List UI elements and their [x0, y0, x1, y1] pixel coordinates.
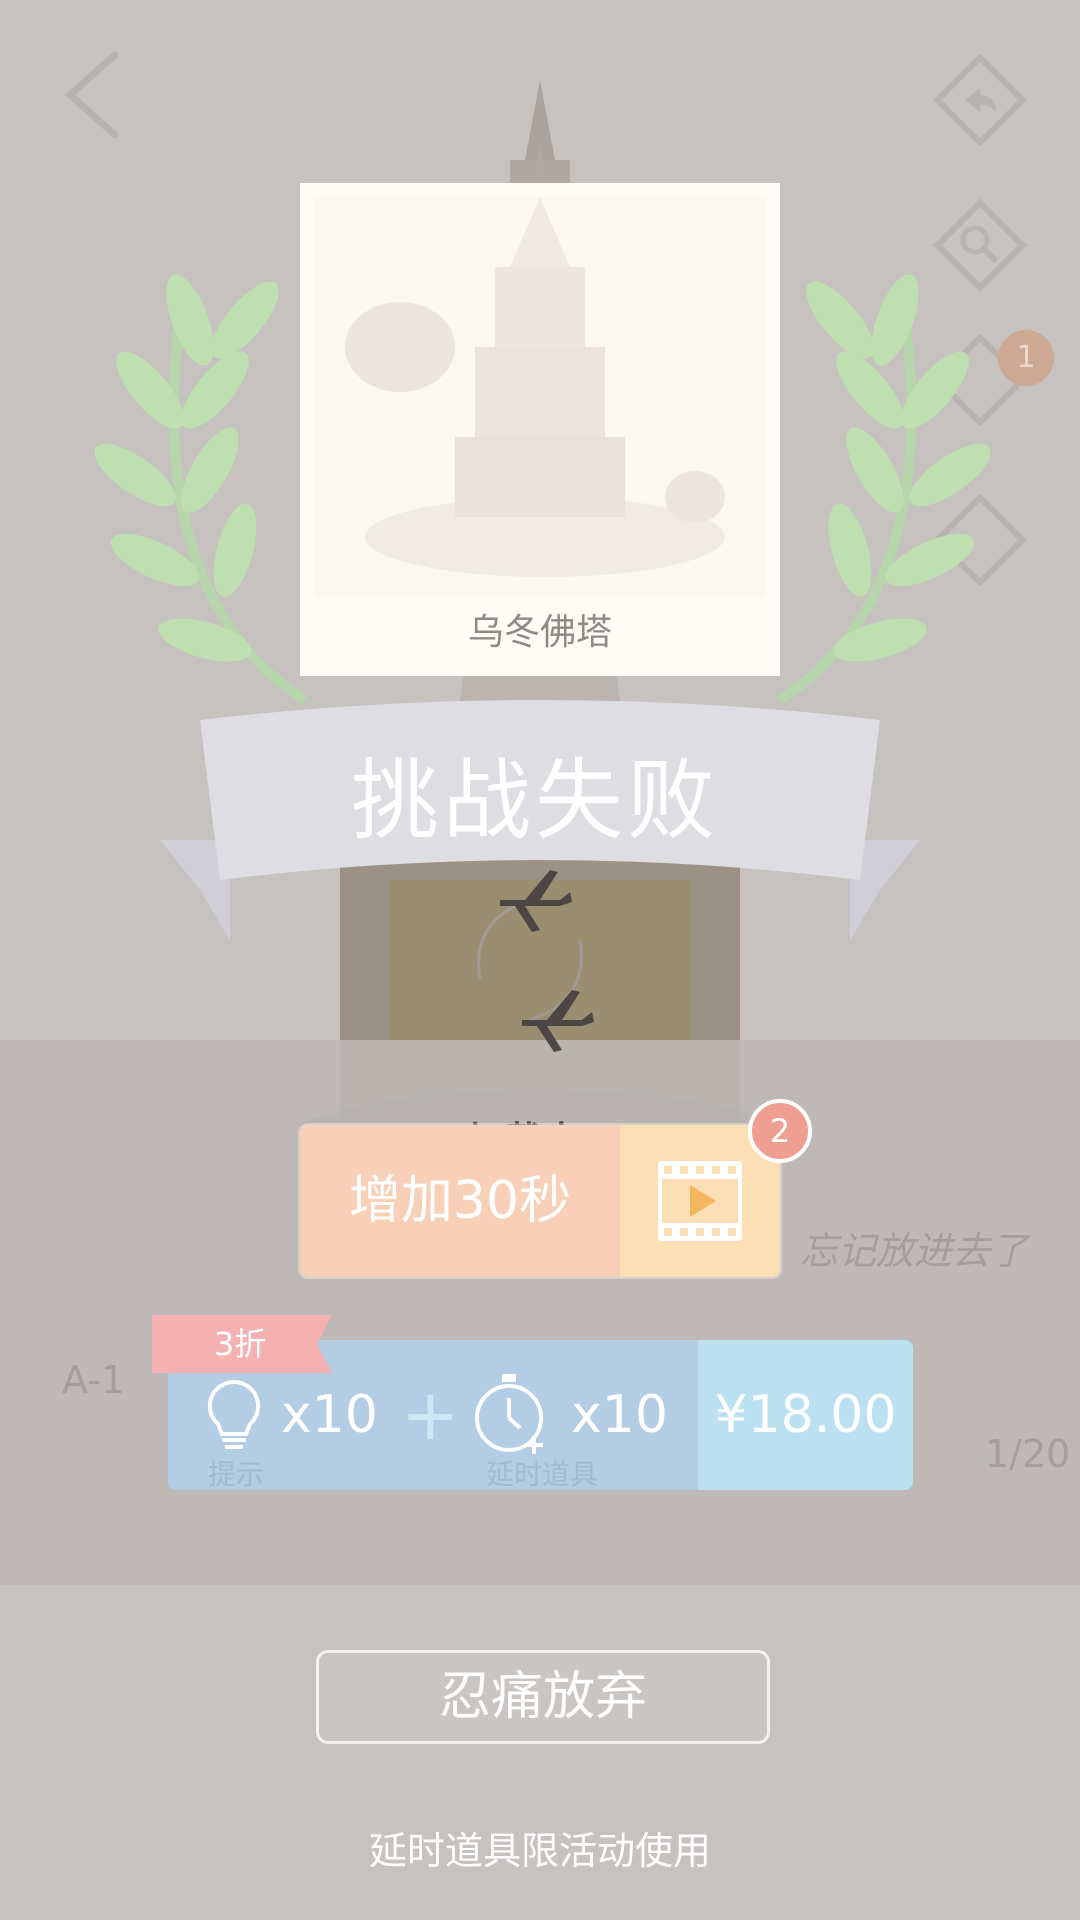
video-play-icon	[658, 1161, 742, 1241]
background-level-code: A-1	[62, 1358, 126, 1402]
loading-airplane-icon	[477, 870, 594, 1052]
background-hint-text: 忘记放进去了	[800, 1229, 1029, 1273]
laurel-left-icon	[95, 274, 308, 705]
monument-photo	[315, 197, 765, 597]
give-up-button[interactable]: 忍痛放弃	[316, 1650, 770, 1744]
add-time-label: 增加30秒	[348, 1171, 572, 1231]
lightbulb-icon	[207, 1379, 261, 1449]
video-count-badge: 2	[748, 1099, 812, 1163]
hint-label: 提示	[208, 1458, 265, 1490]
back-arrow-icon[interactable]	[60, 50, 130, 140]
background-progress: 1/20	[985, 1432, 1071, 1476]
pagoda-illustration	[345, 197, 725, 577]
challenge-failed-title: 挑战失败	[350, 749, 719, 852]
timer-label: 延时道具	[486, 1458, 599, 1490]
stopwatch-add-icon	[475, 1374, 543, 1454]
footer-note: 延时道具限活动使用	[368, 1829, 711, 1873]
monument-name: 乌冬佛塔	[467, 612, 612, 653]
laurel-right-icon	[777, 274, 990, 705]
bundle-price: ¥18.00	[714, 1385, 897, 1445]
discount-label: 3折	[213, 1325, 267, 1363]
monument-photo-card: 乌冬佛塔	[300, 183, 780, 676]
undo-icon[interactable]	[930, 50, 1030, 150]
add-30-seconds-button[interactable]: 增加30秒	[300, 1125, 780, 1277]
price-area: ¥18.00	[698, 1340, 913, 1490]
hint-count-badge: 1	[998, 330, 1054, 386]
plus-sign: +	[401, 1374, 460, 1456]
